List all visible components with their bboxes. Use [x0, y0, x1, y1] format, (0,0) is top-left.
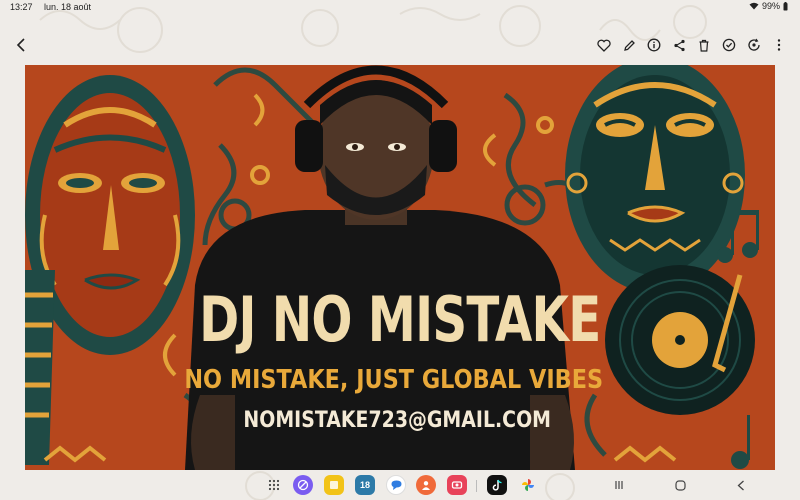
dock-divider: [476, 480, 477, 492]
internet-icon: [297, 479, 309, 491]
battery-percent: 99%: [761, 1, 780, 11]
info-icon: [647, 38, 661, 52]
battery-icon: [783, 1, 788, 10]
chevron-left-icon: [16, 38, 25, 52]
tiktok-icon: [492, 479, 502, 491]
share-button[interactable]: [670, 35, 688, 55]
favorite-button[interactable]: [595, 35, 613, 55]
remaster-button[interactable]: [720, 35, 738, 55]
status-bar: 13:27 lun. 18 août 99%: [0, 0, 800, 14]
status-indicators: 99%: [749, 1, 788, 11]
apps-grid-button[interactable]: [264, 475, 284, 495]
delete-button[interactable]: [695, 35, 713, 55]
status-date: lun. 18 août: [44, 2, 92, 12]
messages-icon: [391, 480, 401, 490]
details-button[interactable]: [645, 35, 663, 55]
back-icon: [737, 480, 744, 490]
auto-enhance-button[interactable]: [745, 35, 763, 55]
home-button[interactable]: [671, 476, 689, 494]
recent-apps-icon: [615, 481, 623, 489]
more-options-icon: [777, 39, 781, 51]
nav-back-button[interactable]: [732, 476, 750, 494]
toolbar-actions: [595, 35, 788, 55]
apps-grid-icon: [268, 479, 280, 491]
poster-email: NOMISTAKE723@GMAIL.COM: [243, 408, 551, 433]
notes-app[interactable]: [324, 475, 344, 495]
wifi-icon: [749, 2, 759, 10]
notes-icon: [330, 481, 338, 489]
delete-trash-icon: [699, 39, 709, 52]
poster-image[interactable]: DJ NO MISTAKE NO MISTAKE, JUST GLOBAL VI…: [25, 65, 775, 470]
remaster-icon: [722, 38, 736, 52]
tiktok-app[interactable]: [487, 475, 507, 495]
screen-recorder-icon: [451, 481, 463, 489]
poster-title: DJ NO MISTAKE: [199, 283, 601, 356]
screen-recorder-app[interactable]: [447, 475, 467, 495]
home-icon: [674, 479, 686, 491]
taskbar: 18: [0, 472, 800, 500]
edit-button[interactable]: [620, 35, 638, 55]
photos-app[interactable]: [518, 475, 538, 495]
calendar-app[interactable]: 18: [355, 475, 375, 495]
viewer-toolbar: [0, 32, 800, 58]
share-icon: [673, 39, 685, 51]
edit-pencil-icon: [623, 39, 635, 51]
auto-enhance-icon: [748, 38, 760, 51]
back-button[interactable]: [12, 35, 30, 55]
photos-icon: [522, 479, 534, 491]
poster-tagline: NO MISTAKE, JUST GLOBAL VIBES: [184, 365, 604, 395]
contacts-icon: [422, 481, 430, 490]
more-options-button[interactable]: [770, 35, 788, 55]
internet-app[interactable]: [293, 475, 313, 495]
recent-apps-button[interactable]: [610, 476, 628, 494]
messages-app[interactable]: [386, 475, 406, 495]
contacts-app[interactable]: [416, 475, 436, 495]
favorite-heart-icon: [597, 39, 611, 52]
status-time: 13:27: [10, 2, 33, 12]
calendar-icon: 18: [359, 480, 370, 490]
